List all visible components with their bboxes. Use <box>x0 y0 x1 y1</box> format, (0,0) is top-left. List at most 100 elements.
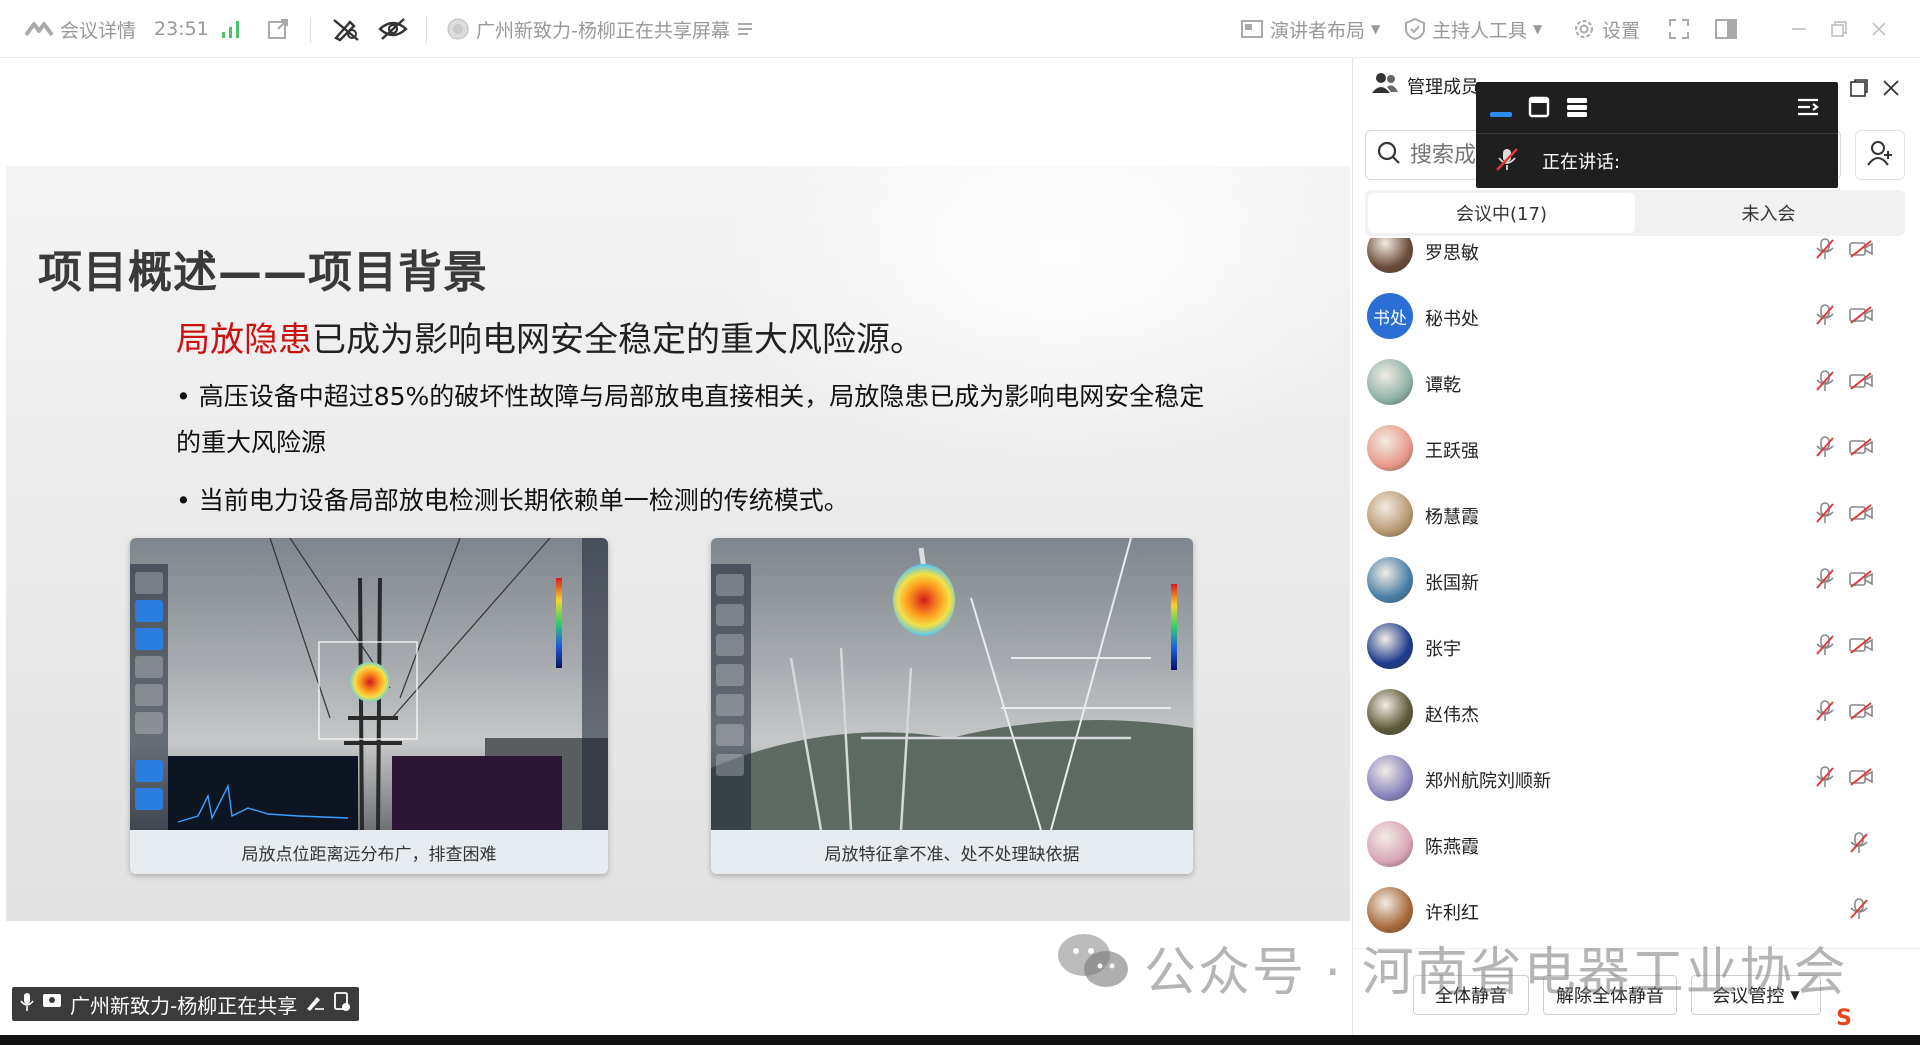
avatar <box>1367 689 1413 735</box>
muted-mic-icon[interactable] <box>1849 832 1869 858</box>
list-item[interactable]: 郑州航院刘顺新 <box>1353 746 1920 812</box>
muted-mic-icon[interactable] <box>1815 568 1835 594</box>
top-toolbar: 会议详情 23:51 广州新致力-杨柳正在共享屏幕 演讲者布局 ▼ 主持人工具 … <box>0 0 1920 58</box>
ime-indicator-icon[interactable]: S <box>1830 1004 1858 1032</box>
shield-icon <box>1404 17 1426 41</box>
host-tools-label: 主持人工具 <box>1432 19 1528 42</box>
list-item[interactable]: 陈燕霞 <box>1353 812 1920 878</box>
muted-mic-icon[interactable] <box>1815 436 1835 462</box>
presenter-layout-button[interactable]: 演讲者布局 ▼ <box>1240 0 1380 58</box>
bullet-1: • 高压设备中超过85%的破坏性故障与局部放电直接相关，局放隐患已成为影响电网安… <box>176 382 1205 411</box>
member-name: 张国新 <box>1425 573 1479 594</box>
caption-left: 局放点位距离远分布广，排查困难 <box>130 830 608 874</box>
avatar <box>1367 821 1413 867</box>
minimize-icon[interactable] <box>1790 0 1808 58</box>
camera-off-icon[interactable] <box>1849 372 1873 394</box>
menu-lines-icon <box>736 21 754 37</box>
maximize-icon[interactable] <box>1830 0 1848 58</box>
avatar <box>1367 238 1413 273</box>
settings-label: 设置 <box>1602 19 1641 42</box>
invite-member-button[interactable] <box>1855 130 1905 180</box>
tool-sidebar-right <box>711 564 751 830</box>
member-tabs: 会议中(17) 未入会 <box>1365 190 1905 236</box>
list-item[interactable]: 赵伟杰 <box>1353 680 1920 746</box>
gear-icon <box>1572 17 1596 41</box>
close-icon[interactable] <box>1880 78 1902 100</box>
hide-view-icon[interactable] <box>378 0 408 58</box>
record-doc-icon <box>333 991 351 1017</box>
bullet-1-continuation: 的重大风险源 <box>176 428 327 457</box>
headline-rest: 已成为影响电网安全稳定的重大风险源。 <box>312 320 924 360</box>
member-name: 许利红 <box>1425 903 1479 924</box>
camera-off-icon[interactable] <box>1849 570 1873 592</box>
meeting-time: 23:51 <box>154 18 209 40</box>
chevron-down-icon: ▼ <box>1533 22 1543 36</box>
window-view-icon[interactable] <box>1528 96 1550 122</box>
sound-source-hotspot <box>350 662 390 702</box>
sharing-indicator[interactable]: 广州新致力-杨柳正在共享 <box>12 987 360 1021</box>
avatar <box>1367 491 1413 537</box>
meeting-details-button[interactable]: 会议详情 <box>24 0 136 58</box>
muted-mic-icon[interactable] <box>1815 700 1835 726</box>
muted-mic-icon[interactable] <box>1815 766 1835 792</box>
sharer-status[interactable]: 广州新致力-杨柳正在共享屏幕 <box>446 0 754 58</box>
host-tools-button[interactable]: 主持人工具 ▼ <box>1404 0 1542 58</box>
muted-mic-icon[interactable] <box>1849 898 1869 924</box>
camera-off-icon[interactable] <box>1849 768 1873 790</box>
list-item[interactable]: 张国新 <box>1353 548 1920 614</box>
muted-mic-icon[interactable] <box>1815 502 1835 528</box>
speaking-indicator-window[interactable]: 正在讲话: <box>1476 82 1838 188</box>
muted-mic-icon[interactable] <box>1815 238 1835 264</box>
side-panel-toggle-icon[interactable] <box>1714 0 1738 58</box>
list-item[interactable]: 杨慧霞 <box>1353 482 1920 548</box>
acoustic-camera-screenshot-right <box>711 538 1193 830</box>
collapse-list-icon[interactable] <box>1796 96 1820 122</box>
annotation-off-icon[interactable] <box>332 0 360 58</box>
shared-screen: 项目概述——项目背景 局放隐患已成为影响电网安全稳定的重大风险源。 • 高压设备… <box>6 58 1350 1035</box>
slide-image-left: 局放点位距离远分布广，排查困难 <box>130 538 608 874</box>
camera-off-icon[interactable] <box>1849 636 1873 658</box>
tab-in-meeting[interactable]: 会议中(17) <box>1368 193 1635 233</box>
spectrum-panel <box>168 756 358 830</box>
list-item[interactable]: 谭乾 <box>1353 350 1920 416</box>
meeting-details-label: 会议详情 <box>60 19 137 42</box>
watermark-text: 公众号 · 河南省电器工业协会 <box>1144 943 1848 1003</box>
caption-right: 局放特征拿不准、处不处理缺依据 <box>711 830 1193 874</box>
speaking-window-toolbar <box>1476 82 1838 134</box>
list-item[interactable]: 书处 秘书处 <box>1353 284 1920 350</box>
settings-button[interactable]: 设置 <box>1572 0 1640 58</box>
list-item[interactable]: 罗思敏 <box>1353 238 1920 284</box>
list-view-icon[interactable] <box>1566 96 1588 122</box>
popout-icon[interactable] <box>266 0 290 58</box>
muted-mic-icon[interactable] <box>1815 634 1835 660</box>
signal-icon[interactable] <box>220 0 242 58</box>
fullscreen-icon[interactable] <box>1668 0 1690 58</box>
bullet-2: • 当前电力设备局部放电检测长期依赖单一检测的传统模式。 <box>176 486 849 515</box>
taskbar-edge <box>0 1035 1920 1045</box>
camera-off-icon[interactable] <box>1849 240 1873 262</box>
tool-sidebar <box>130 564 168 830</box>
tab-not-joined[interactable]: 未入会 <box>1635 193 1902 233</box>
panel-title: 管理成员 <box>1407 76 1479 98</box>
member-panel: 管理成员 会议中(17) 未入会 罗思敏书处秘书处谭乾王跃强杨慧霞张国新张宇赵伟… <box>1352 58 1920 1035</box>
popout-panel-icon[interactable] <box>1848 78 1870 100</box>
avatar <box>1367 755 1413 801</box>
camera-off-icon[interactable] <box>1849 702 1873 724</box>
member-name: 张宇 <box>1425 639 1461 660</box>
muted-mic-icon[interactable] <box>1815 304 1835 330</box>
headline-highlight: 局放隐患 <box>176 320 312 360</box>
list-item[interactable]: 王跃强 <box>1353 416 1920 482</box>
avatar <box>1367 359 1413 405</box>
list-item[interactable]: 张宇 <box>1353 614 1920 680</box>
member-name: 谭乾 <box>1425 375 1461 396</box>
minimize-bar-icon[interactable] <box>1490 104 1512 123</box>
sound-source-hotspot-right <box>893 564 955 636</box>
wechat-logo-icon <box>1056 931 1130 1004</box>
search-icon <box>1376 140 1402 170</box>
close-window-icon[interactable] <box>1870 0 1888 58</box>
sharer-status-label: 广州新致力-杨柳正在共享屏幕 <box>476 19 730 42</box>
camera-off-icon[interactable] <box>1849 504 1873 526</box>
camera-off-icon[interactable] <box>1849 438 1873 460</box>
muted-mic-icon[interactable] <box>1815 370 1835 396</box>
camera-off-icon[interactable] <box>1849 306 1873 328</box>
